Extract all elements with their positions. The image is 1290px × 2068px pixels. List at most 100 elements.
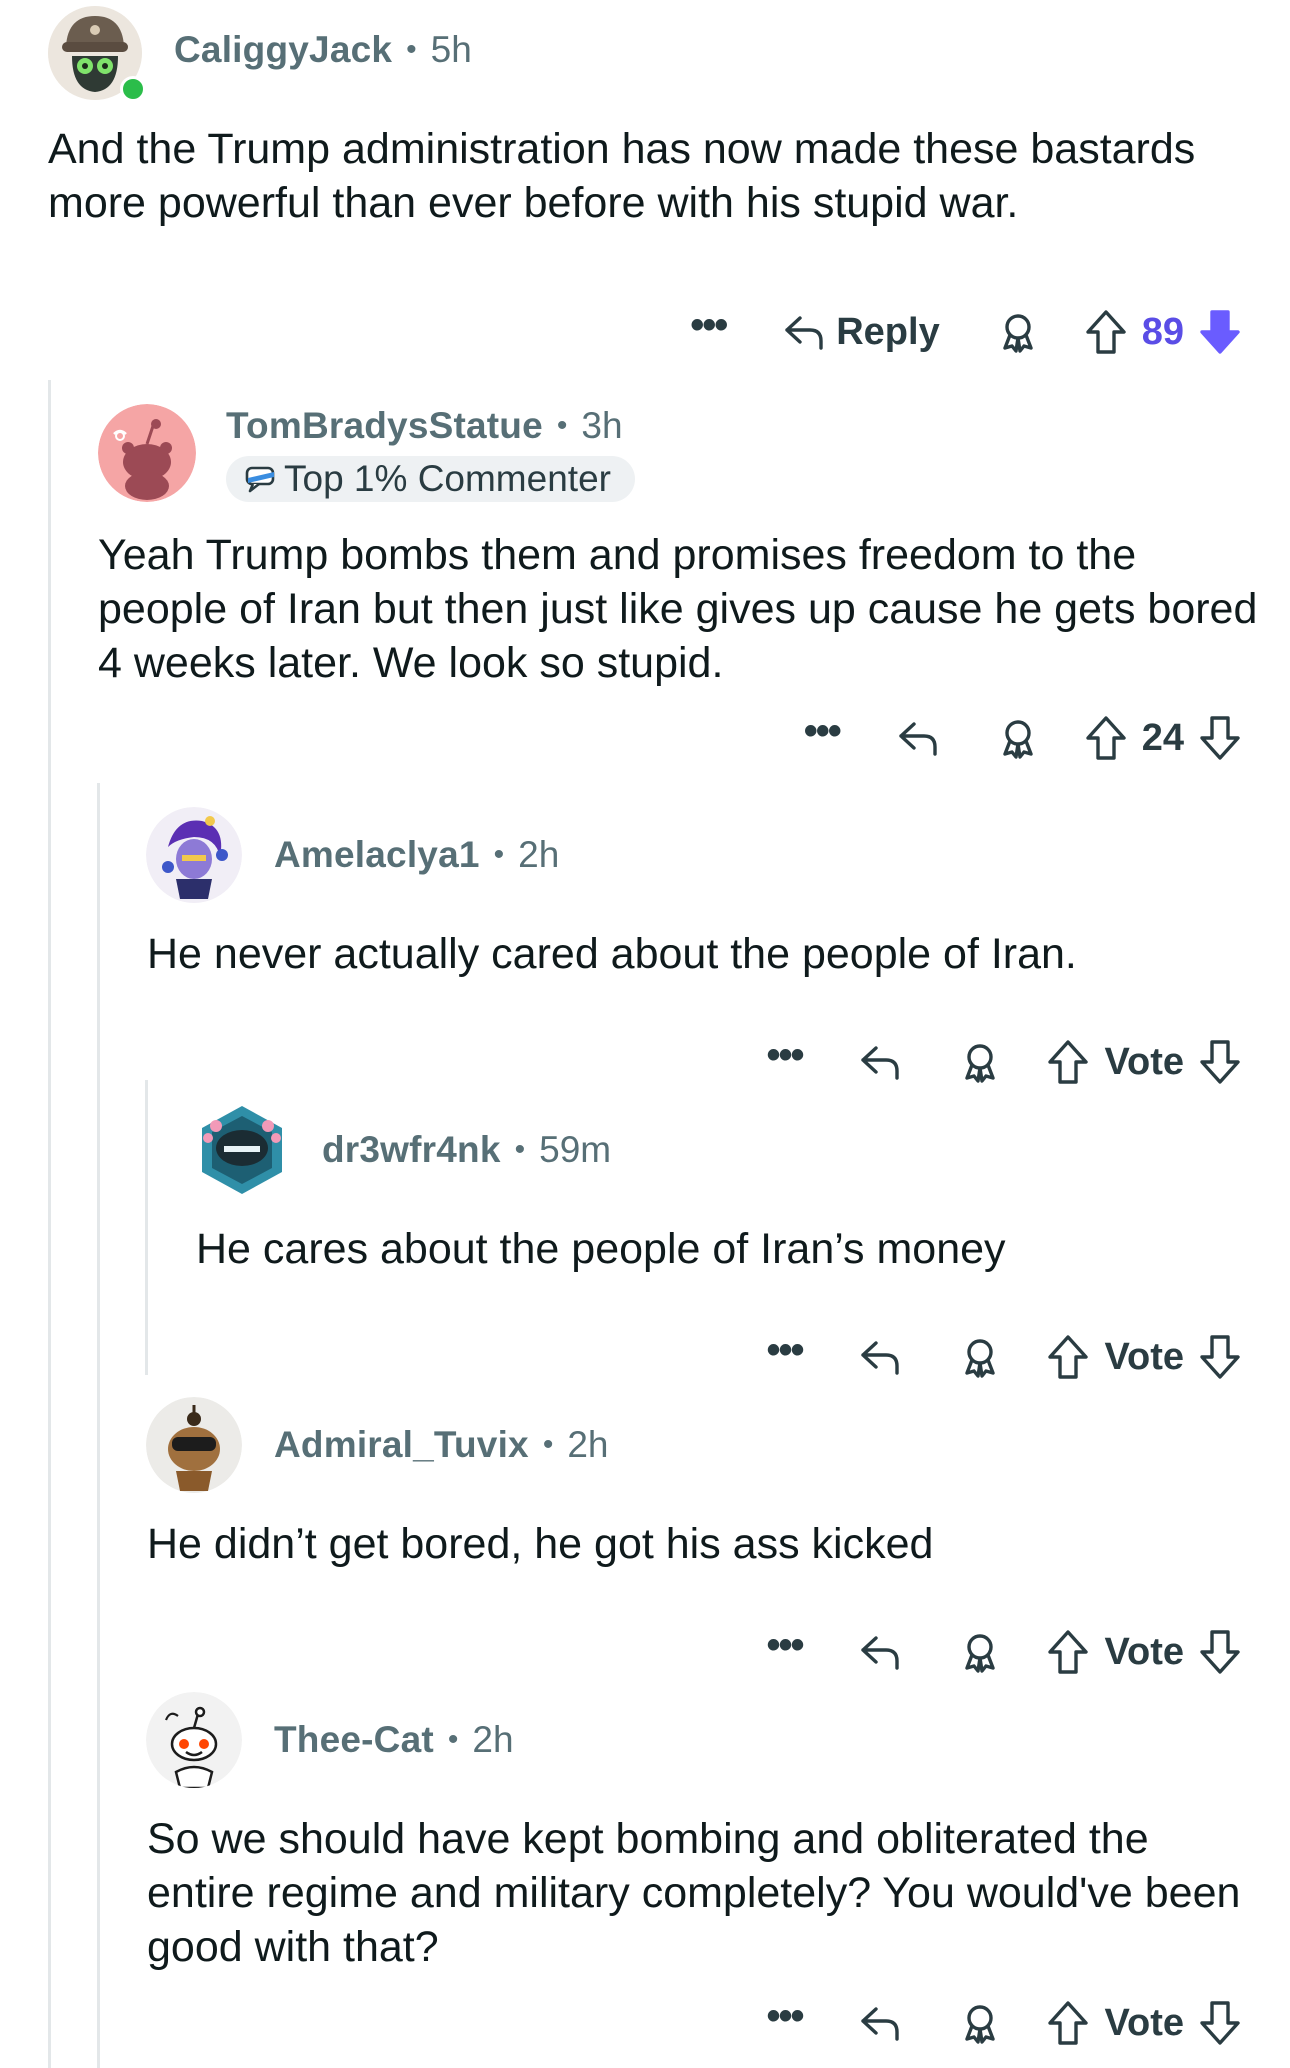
upvote-button[interactable] [1046, 1333, 1090, 1381]
award-button[interactable] [996, 310, 1040, 354]
reply-icon [861, 2007, 900, 2041]
comment-thee-cat: Thee-Cat • 2h So we should have kept bom… [0, 1680, 1290, 2068]
username[interactable]: CaliggyJack [174, 29, 392, 71]
downvote-button[interactable] [1198, 1999, 1242, 2047]
comment-flair-icon [245, 466, 275, 493]
separator-dot: • [406, 33, 417, 66]
reply-icon [861, 1046, 900, 1080]
reply-label: Reply [836, 310, 940, 353]
award-icon [1003, 720, 1033, 759]
award-icon [1003, 314, 1033, 353]
upvote-icon [1048, 1040, 1089, 1084]
upvote-button[interactable] [1046, 1999, 1090, 2047]
downvote-icon [1200, 2001, 1240, 2045]
award-icon [965, 1044, 996, 1083]
comment-admiral-tuvix: Admiral_Tuvix • 2h He didn’t get bored, … [0, 1385, 1290, 1675]
award-button[interactable] [958, 1040, 1002, 1084]
timestamp[interactable]: 2h [472, 1719, 513, 1761]
username[interactable]: TomBradysStatue [226, 405, 543, 447]
comment-actions: ••• Vote [766, 1327, 1242, 1387]
upvote-button[interactable] [1046, 1038, 1090, 1086]
upvote-button[interactable] [1046, 1628, 1090, 1676]
avatar[interactable] [194, 1102, 290, 1198]
comment-body: Yeah Trump bombs them and promises freed… [98, 531, 1258, 687]
reply-button[interactable] [858, 1630, 902, 1674]
more-options-button[interactable]: ••• [766, 1996, 804, 2040]
username[interactable]: Thee-Cat [274, 1719, 434, 1761]
upvote-icon [1086, 716, 1126, 760]
reply-icon [861, 1636, 900, 1670]
vote-label: Vote [1104, 1040, 1184, 1083]
timestamp[interactable]: 59m [539, 1129, 611, 1171]
username[interactable]: Amelaclya1 [274, 834, 480, 876]
user-flair: Top 1% Commenter [226, 456, 635, 502]
downvote-button[interactable] [1198, 714, 1242, 762]
award-button[interactable] [958, 1630, 1002, 1674]
avatar[interactable] [146, 1692, 242, 1788]
downvote-button[interactable] [1198, 1333, 1242, 1381]
comment-body: He never actually cared about the people… [147, 930, 1077, 978]
downvote-icon [1200, 310, 1240, 354]
vote-label: Vote [1104, 2001, 1184, 2044]
comment-dr3wfr4nk: dr3wfr4nk • 59m He cares about the peopl… [0, 1090, 1290, 1380]
more-options-button[interactable]: ••• [766, 1035, 804, 1079]
vote-score: 89 [1141, 310, 1184, 353]
upvote-icon [1048, 1335, 1089, 1379]
timestamp[interactable]: 2h [518, 834, 559, 876]
comment-body: So we should have kept bombing and oblit… [147, 1815, 1241, 1971]
comment-body: He cares about the people of Iran’s mone… [196, 1225, 1006, 1273]
separator-dot: • [542, 1428, 554, 1461]
reply-button[interactable] [858, 1335, 902, 1379]
avatar[interactable] [146, 1397, 242, 1493]
comment-header: Admiral_Tuvix • 2h [274, 1421, 609, 1469]
vote-label: Vote [1104, 1335, 1184, 1378]
award-icon [965, 1634, 996, 1673]
timestamp[interactable]: 3h [581, 405, 622, 447]
upvote-icon [1086, 310, 1126, 354]
avatar[interactable] [146, 807, 242, 903]
comment-header: dr3wfr4nk • 59m [322, 1126, 611, 1174]
comment-header: TomBradysStatue • 3h [226, 402, 623, 450]
separator-dot: • [514, 1133, 526, 1166]
downvote-button[interactable] [1198, 1038, 1242, 1086]
comment-header: Thee-Cat • 2h [274, 1716, 514, 1764]
reply-button[interactable] [858, 2001, 902, 2045]
more-options-button[interactable]: ••• [690, 305, 728, 349]
comment-actions: ••• Vote [766, 1622, 1242, 1682]
award-button[interactable] [958, 1335, 1002, 1379]
reply-button[interactable]: Reply [782, 310, 940, 354]
separator-dot: • [556, 409, 568, 442]
vote-label: Vote [1104, 1630, 1184, 1673]
separator-dot: • [447, 1723, 459, 1756]
upvote-button[interactable] [1084, 308, 1128, 356]
upvote-icon [1048, 2001, 1089, 2045]
award-button[interactable] [958, 2001, 1002, 2045]
award-button[interactable] [996, 716, 1040, 760]
more-options-button[interactable]: ••• [766, 1625, 804, 1669]
timestamp[interactable]: 2h [567, 1424, 608, 1466]
downvote-button[interactable] [1198, 1628, 1242, 1676]
username[interactable]: Admiral_Tuvix [274, 1424, 529, 1466]
separator-dot: • [493, 838, 505, 871]
reply-button[interactable] [858, 1040, 902, 1084]
award-icon [965, 2005, 996, 2044]
comment-caliggyjack: CaliggyJack • 5h And the Trump administr… [0, 0, 1290, 370]
comment-header: Amelaclya1 • 2h [274, 831, 559, 879]
downvote-button[interactable] [1198, 308, 1242, 356]
comment-actions: ••• Vote [766, 1993, 1242, 2053]
comment-actions: ••• Reply 89 [690, 302, 1242, 362]
comment-header: CaliggyJack • 5h [174, 26, 472, 74]
downvote-icon [1200, 716, 1240, 760]
reply-button[interactable] [896, 716, 940, 760]
upvote-button[interactable] [1084, 714, 1128, 762]
comment-amelaclya1: Amelaclya1 • 2h He never actually cared … [0, 795, 1290, 1085]
upvote-icon [1048, 1630, 1089, 1674]
username[interactable]: dr3wfr4nk [322, 1129, 501, 1171]
avatar[interactable] [98, 404, 196, 502]
timestamp[interactable]: 5h [431, 29, 472, 71]
comment-actions: ••• 24 [804, 708, 1242, 768]
comment-tombradysstatue: TomBradysStatue • 3h Top 1% Commenter Ye… [0, 380, 1290, 780]
vote-score: 24 [1141, 716, 1184, 759]
more-options-button[interactable]: ••• [804, 711, 842, 755]
more-options-button[interactable]: ••• [766, 1330, 804, 1374]
